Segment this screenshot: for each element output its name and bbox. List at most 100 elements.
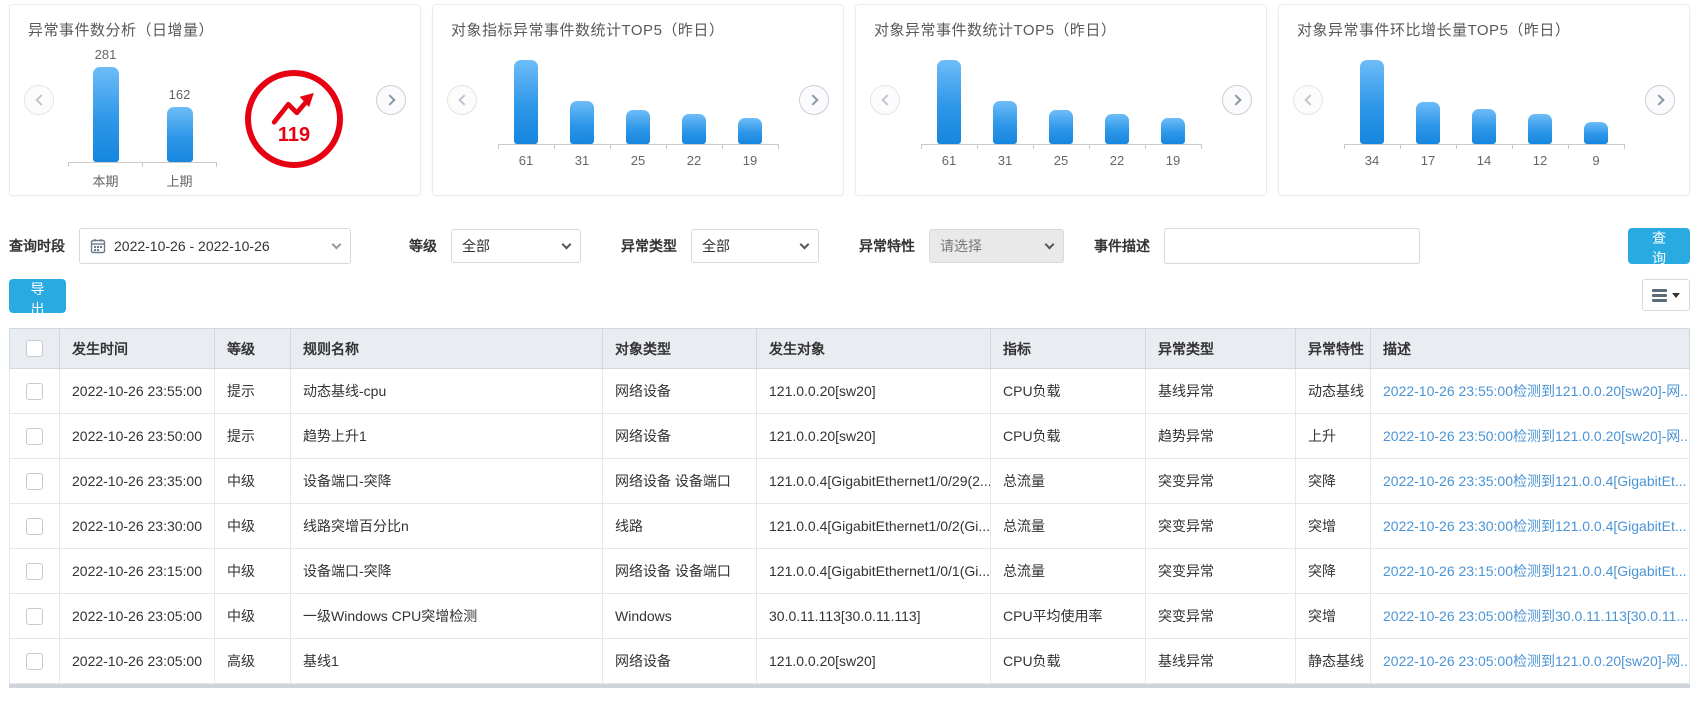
cell-target: 121.0.0.4[GigabitEthernet1/0/1(Gi...	[757, 549, 991, 594]
table-row: 2022-10-26 23:35:00中级设备端口-突降网络设备 设备端口121…	[10, 459, 1690, 504]
chevron-right-icon	[384, 94, 395, 105]
bar-slot	[1089, 114, 1145, 144]
card-growth-top5: 对象异常事件环比增长量TOP5（昨日） 341714129	[1278, 4, 1690, 196]
bar-slot	[554, 101, 610, 144]
bar	[1584, 122, 1608, 144]
cell-anomaly-type: 突变异常	[1146, 594, 1296, 639]
cell-level: 高级	[215, 639, 291, 684]
bar-slot	[722, 118, 778, 144]
cell-time: 2022-10-26 23:05:00	[60, 594, 215, 639]
cell-desc: 2022-10-26 23:15:00检测到121.0.0.4[GigabitE…	[1371, 549, 1690, 594]
column-settings-button[interactable]	[1642, 279, 1690, 311]
carousel-next-button[interactable]	[1645, 85, 1675, 115]
chevron-down-icon	[332, 239, 342, 249]
date-range-picker[interactable]: 2022-10-26 - 2022-10-26	[79, 228, 351, 264]
card-daily-increment-analysis: 异常事件数分析（日增量） 281 162 本期 上期	[9, 4, 421, 196]
row-checkbox[interactable]	[26, 653, 43, 670]
cell-obj-type: 网络设备 设备端口	[603, 459, 757, 504]
cell-level: 中级	[215, 459, 291, 504]
table-row: 2022-10-26 23:05:00高级基线1网络设备121.0.0.20[s…	[10, 639, 1690, 684]
bar-slot	[1512, 114, 1568, 144]
carousel-prev-button[interactable]	[447, 85, 477, 115]
event-description-link[interactable]: 2022-10-26 23:55:00检测到121.0.0.20[sw20]-网…	[1383, 383, 1690, 399]
column-header: 指标	[991, 329, 1146, 369]
column-header: 描述	[1371, 329, 1690, 369]
date-range-value: 2022-10-26 - 2022-10-26	[114, 238, 333, 254]
cell-desc: 2022-10-26 23:05:00检测到30.0.11.113[30.0.1…	[1371, 594, 1690, 639]
cell-anomaly-type: 突变异常	[1146, 459, 1296, 504]
carousel-prev-button[interactable]	[24, 85, 54, 115]
cell-desc: 2022-10-26 23:35:00检测到121.0.0.4[GigabitE…	[1371, 459, 1690, 504]
bar-axis-label: 上期	[143, 167, 217, 190]
cell-level: 提示	[215, 414, 291, 459]
cell-target: 121.0.0.20[sw20]	[757, 369, 991, 414]
bar	[626, 110, 650, 144]
search-button[interactable]: 查询	[1628, 228, 1690, 264]
cell-metric: CPU负载	[991, 414, 1146, 459]
export-button[interactable]: 导出	[9, 279, 66, 313]
trait-select[interactable]: 请选择	[929, 229, 1064, 263]
column-header: 等级	[215, 329, 291, 369]
next-row-edge	[9, 684, 1690, 688]
row-checkbox[interactable]	[26, 608, 43, 625]
calendar-icon	[90, 238, 106, 254]
column-header: 对象类型	[603, 329, 757, 369]
event-description-link[interactable]: 2022-10-26 23:15:00检测到121.0.0.4[GigabitE…	[1383, 563, 1687, 579]
anomaly-type-label: 异常类型	[621, 236, 677, 256]
row-checkbox-cell	[10, 414, 60, 459]
bar	[167, 107, 193, 162]
column-header: 异常类型	[1146, 329, 1296, 369]
chevron-right-icon	[1230, 94, 1241, 105]
trend-up-arrow-icon	[268, 92, 320, 126]
carousel-next-button[interactable]	[1222, 85, 1252, 115]
event-description-link[interactable]: 2022-10-26 23:05:00检测到30.0.11.113[30.0.1…	[1383, 608, 1690, 624]
level-select[interactable]: 全部	[451, 229, 581, 263]
anomaly-type-select-value: 全部	[702, 236, 801, 256]
row-checkbox[interactable]	[26, 473, 43, 490]
top5-bar-chart: 6131252219	[856, 54, 1266, 168]
row-checkbox-cell	[10, 504, 60, 549]
event-description-link[interactable]: 2022-10-26 23:30:00检测到121.0.0.4[GigabitE…	[1383, 518, 1687, 534]
carousel-prev-button[interactable]	[1293, 85, 1323, 115]
event-description-link[interactable]: 2022-10-26 23:50:00检测到121.0.0.20[sw20]-网…	[1383, 428, 1690, 444]
chevron-left-icon	[1304, 94, 1315, 105]
bar	[1360, 60, 1384, 144]
event-description-link[interactable]: 2022-10-26 23:05:00检测到121.0.0.20[sw20]-网…	[1383, 653, 1690, 669]
bar-slot	[666, 114, 722, 144]
bar	[1528, 114, 1552, 144]
cell-level: 提示	[215, 369, 291, 414]
cell-metric: 总流量	[991, 549, 1146, 594]
cell-time: 2022-10-26 23:30:00	[60, 504, 215, 549]
row-checkbox[interactable]	[26, 383, 43, 400]
select-all-checkbox[interactable]	[26, 340, 43, 357]
card-title: 对象指标异常事件数统计TOP5（昨日）	[433, 5, 843, 40]
bar-value: 162	[169, 87, 191, 107]
chevron-right-icon	[1653, 94, 1664, 105]
card-title: 异常事件数分析（日增量）	[10, 5, 420, 40]
carousel-next-button[interactable]	[376, 85, 406, 115]
cell-rule: 线路突增百分比n	[291, 504, 603, 549]
cell-obj-type: Windows	[603, 594, 757, 639]
cell-obj-type: 网络设备	[603, 414, 757, 459]
cell-time: 2022-10-26 23:55:00	[60, 369, 215, 414]
carousel-prev-button[interactable]	[870, 85, 900, 115]
cell-metric: 总流量	[991, 459, 1146, 504]
event-desc-input[interactable]	[1164, 228, 1420, 264]
row-checkbox[interactable]	[26, 518, 43, 535]
bar	[570, 101, 594, 144]
cell-rule: 一级Windows CPU突增检测	[291, 594, 603, 639]
bar-slot	[498, 60, 554, 144]
cell-anomaly-type: 基线异常	[1146, 369, 1296, 414]
column-header: 异常特性	[1296, 329, 1371, 369]
level-label: 等级	[409, 236, 437, 256]
carousel-next-button[interactable]	[799, 85, 829, 115]
row-checkbox[interactable]	[26, 563, 43, 580]
cell-anomaly-type: 趋势异常	[1146, 414, 1296, 459]
anomaly-type-select[interactable]: 全部	[691, 229, 819, 263]
table-row: 2022-10-26 23:55:00提示动态基线-cpu网络设备121.0.0…	[10, 369, 1690, 414]
cell-anomaly-type: 突变异常	[1146, 549, 1296, 594]
row-checkbox[interactable]	[26, 428, 43, 445]
bar-axis-label: 17	[1400, 149, 1456, 168]
event-description-link[interactable]: 2022-10-26 23:35:00检测到121.0.0.4[GigabitE…	[1383, 473, 1687, 489]
cell-target: 121.0.0.4[GigabitEthernet1/0/2(Gi...	[757, 504, 991, 549]
